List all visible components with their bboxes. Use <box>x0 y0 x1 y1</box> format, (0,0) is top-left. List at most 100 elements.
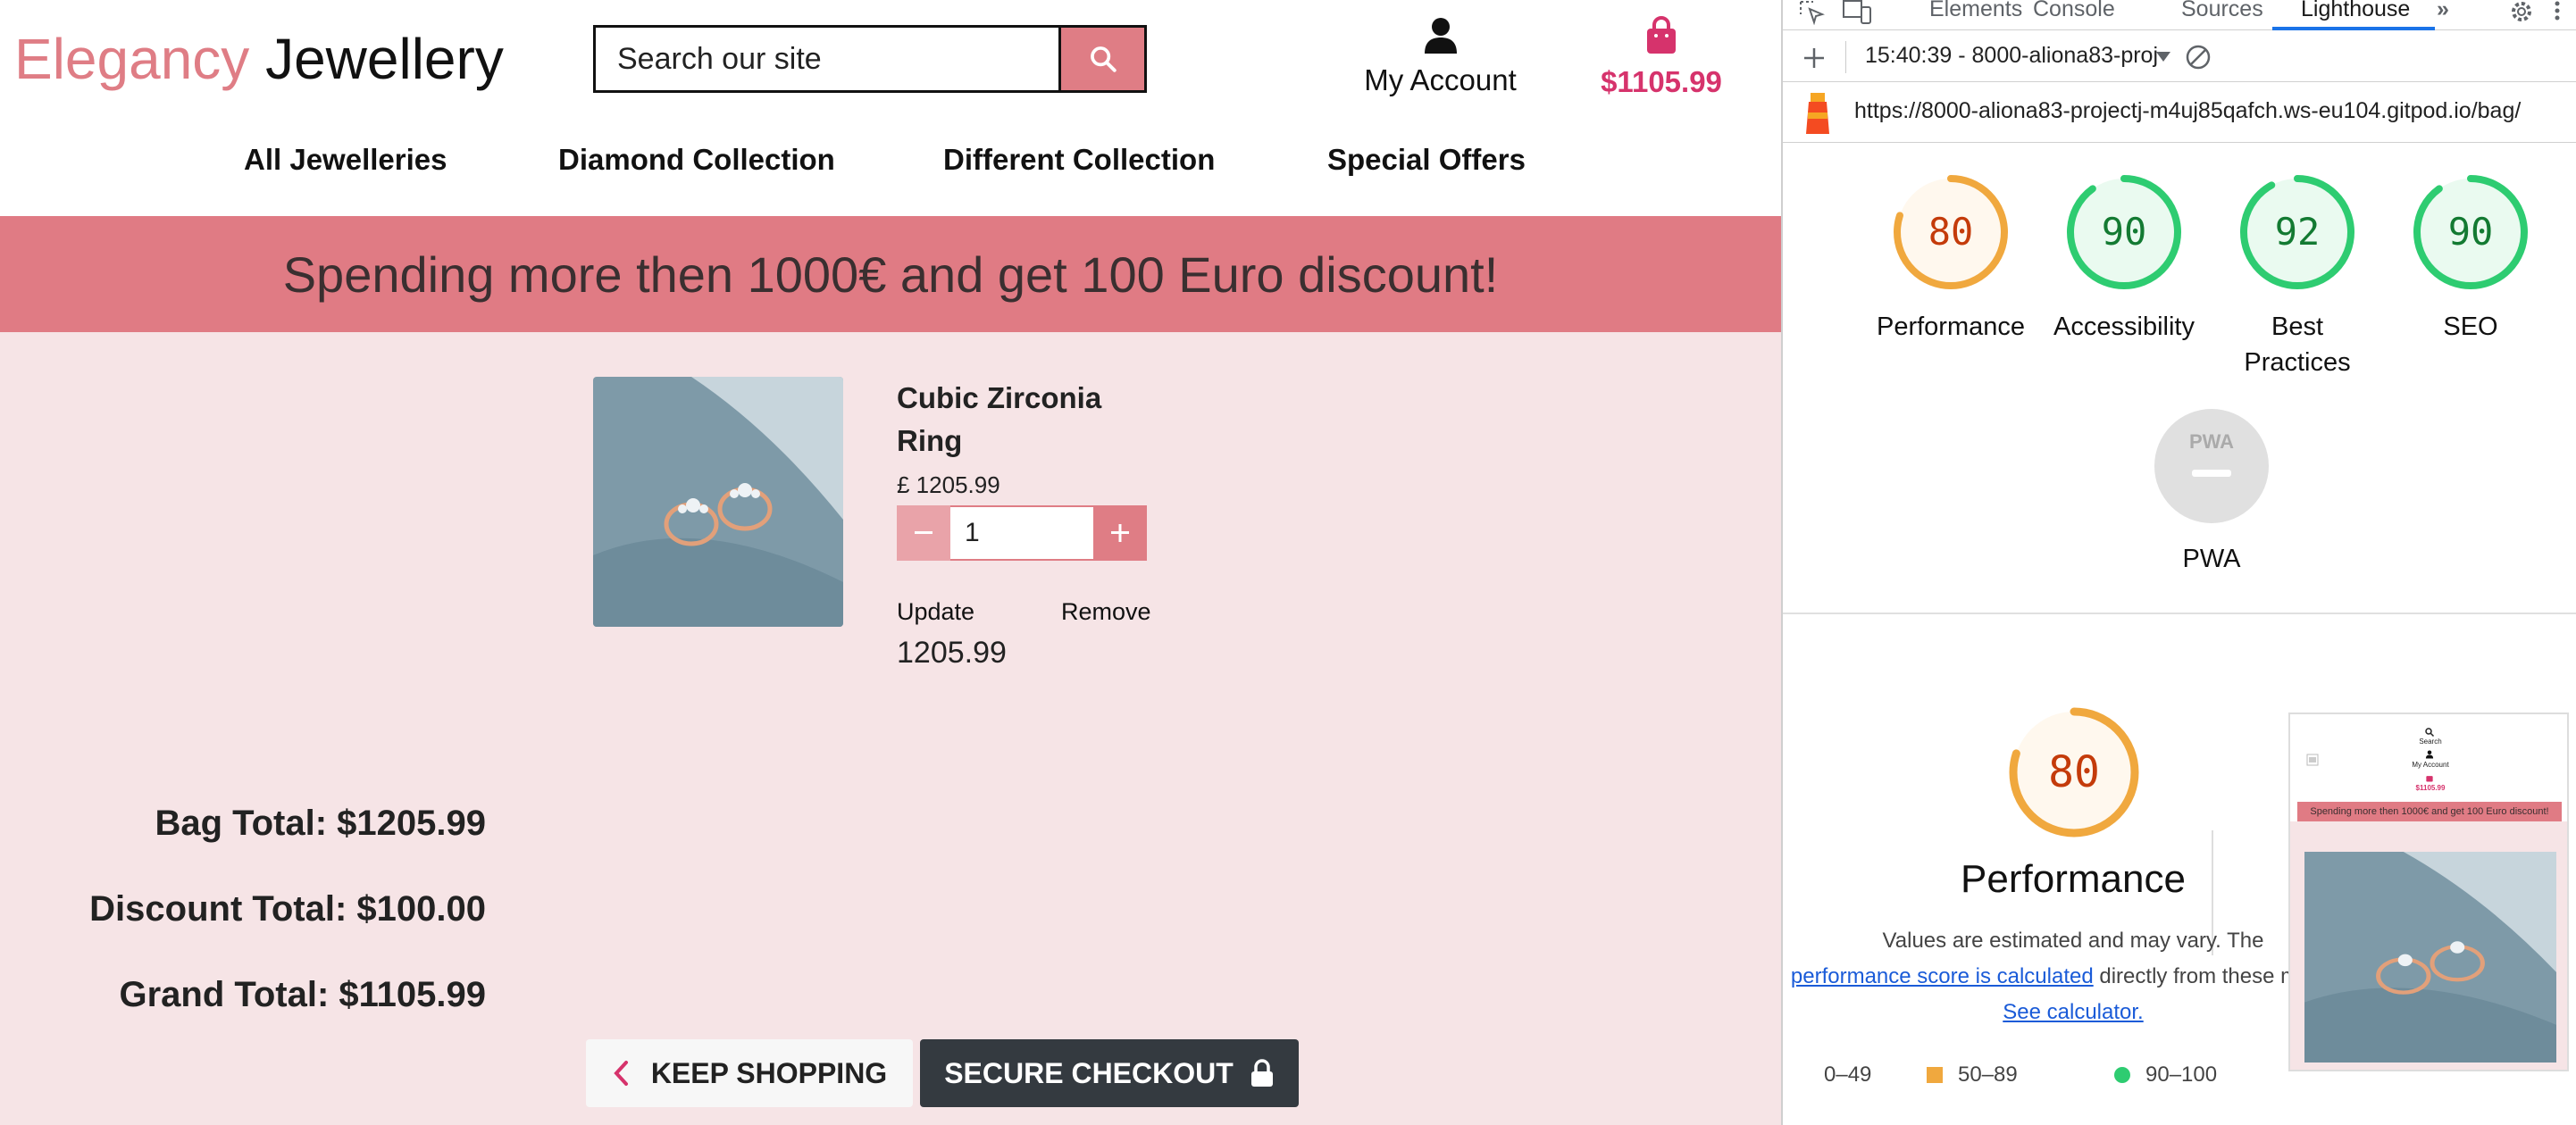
nav-special-offers[interactable]: Special Offers <box>1327 143 1526 177</box>
thumb-amount: $1105.99 <box>2415 784 2446 792</box>
website-viewport: Elegancy Jewellery My Account $1105.99 A… <box>0 0 1781 1125</box>
devtools-panel: Elements Console Sources Lighthouse » 15… <box>1781 0 2576 1125</box>
plus-icon <box>1111 524 1129 542</box>
section-divider <box>1783 612 2576 614</box>
performance-desc-1: Values are estimated and may vary. The <box>1882 929 2264 953</box>
remove-link[interactable]: Remove <box>1061 598 1151 626</box>
thumb-user-icon <box>2425 750 2434 759</box>
grand-total: Grand Total: $1105.99 <box>119 975 486 1014</box>
nav-diamond-collection[interactable]: Diamond Collection <box>558 143 835 177</box>
legend-pass-circle-icon <box>2114 1067 2130 1083</box>
secure-checkout-label: SECURE CHECKOUT <box>944 1056 1234 1089</box>
pwa-badge-text: PWA <box>2189 430 2234 453</box>
gauge-accessibility-value: 90 <box>2102 210 2147 254</box>
brand-name-part1: Elegancy <box>14 27 250 91</box>
decrement-button[interactable] <box>897 505 950 561</box>
chevron-left-icon <box>614 1061 628 1086</box>
product-name: Cubic Zirconia Ring <box>897 381 1102 457</box>
brand-name-part2: Jewellery <box>265 27 504 91</box>
legend-fail-triangle-icon <box>1793 1068 1809 1082</box>
performance-detail-gauge: 80 <box>1985 705 2163 839</box>
search-input[interactable] <box>596 28 1058 90</box>
see-calculator-link[interactable]: See calculator. <box>2003 1000 2143 1024</box>
more-options-icon[interactable] <box>2553 0 2562 25</box>
nav-all-jewelleries[interactable]: All Jewelleries <box>244 143 447 177</box>
keep-shopping-button[interactable]: KEEP SHOPPING <box>586 1039 913 1107</box>
promo-banner: Spending more then 1000€ and get 100 Eur… <box>0 216 1781 332</box>
lighthouse-toolbar: 15:40:39 - 8000-aliona83-proj <box>1783 32 2576 82</box>
minus-icon <box>915 531 933 534</box>
dropdown-caret-icon[interactable] <box>2156 52 2170 62</box>
thumb-banner: Spending more then 1000€ and get 100 Eur… <box>2297 802 2562 821</box>
bag-total-amount: $1105.99 <box>1601 65 1722 98</box>
my-account-label: My Account <box>1364 63 1517 96</box>
clear-reports-icon[interactable] <box>2185 44 2212 71</box>
tab-elements[interactable]: Elements <box>1929 0 2022 22</box>
gauge-best-practices-label: Best Practices <box>2244 312 2351 377</box>
gauge-performance-label: Performance <box>1876 312 2025 341</box>
new-report-plus-icon[interactable] <box>1802 46 1826 70</box>
discount-total: Discount Total: $100.00 <box>89 889 486 929</box>
brand-logo[interactable]: Elegancy Jewellery <box>14 23 504 95</box>
thumb-search-icon <box>2425 728 2435 738</box>
gauge-seo-label: SEO <box>2443 312 2498 341</box>
increment-button[interactable] <box>1093 505 1147 561</box>
audited-url[interactable]: https://8000-aliona83-projectj-m4uj85qaf… <box>1854 98 2521 124</box>
legend-fail-label: 0–49 <box>1824 1062 1872 1087</box>
gauge-seo-value: 90 <box>2448 210 2494 254</box>
performance-description: Values are estimated and may vary. The p… <box>1783 923 2363 1030</box>
gauge-best-practices-value: 92 <box>2275 210 2321 254</box>
legend-average-label: 50–89 <box>1958 1062 2018 1087</box>
promo-banner-text: Spending more then 1000€ and get 100 Eur… <box>282 246 1499 303</box>
thumb-product-image <box>2304 852 2556 1062</box>
more-tabs-icon[interactable]: » <box>2437 0 2449 22</box>
page-screenshot-thumbnail[interactable]: Search My Account $1105.99 Spending more… <box>2288 712 2569 1071</box>
legend-pass: 90–100 <box>2113 1062 2217 1088</box>
performance-detail-value: 80 <box>2048 747 2100 797</box>
tab-lighthouse[interactable]: Lighthouse <box>2301 0 2410 22</box>
product-image[interactable] <box>593 377 843 627</box>
tab-console[interactable]: Console <box>2033 0 2115 22</box>
devtools-tabbar: Elements Console Sources Lighthouse » <box>1783 0 2576 30</box>
gauge-pwa-label: PWA <box>2182 545 2241 573</box>
my-account-link[interactable]: My Account <box>1340 16 1541 97</box>
nav-different-collection[interactable]: Different Collection <box>943 143 1215 177</box>
tab-sources[interactable]: Sources <box>2181 0 2263 22</box>
update-link[interactable]: Update <box>897 598 974 626</box>
gauge-seo[interactable]: 90 SEO <box>2381 171 2560 345</box>
search-icon <box>1090 46 1117 72</box>
gauge-best-practices[interactable]: 92 Best Practices <box>2208 171 2387 380</box>
inspect-element-icon[interactable] <box>1799 0 1826 25</box>
product-price: £ 1205.99 <box>897 471 1000 498</box>
user-icon <box>1424 18 1457 54</box>
legend-fail: 0–49 <box>1792 1062 1871 1088</box>
shopping-bag-icon <box>1647 16 1676 54</box>
lighthouse-logo-icon <box>1806 93 1829 134</box>
gauge-accessibility[interactable]: 90 Accessibility <box>2035 171 2213 345</box>
legend-average: 50–89 <box>1926 1062 2018 1088</box>
secure-checkout-button[interactable]: SECURE CHECKOUT <box>920 1039 1299 1107</box>
score-calculated-link[interactable]: performance score is calculated <box>1791 964 2094 988</box>
legend-average-square-icon <box>1927 1067 1943 1083</box>
active-tab-indicator <box>2272 27 2435 30</box>
settings-gear-icon[interactable] <box>2508 0 2535 25</box>
performance-title: Performance <box>1961 857 2186 901</box>
quantity-stepper: 1 <box>897 505 1147 561</box>
audited-url-bar: https://8000-aliona83-projectj-m4uj85qaf… <box>1783 82 2576 143</box>
bag-total: Bag Total: $1205.99 <box>155 804 486 843</box>
quantity-input[interactable]: 1 <box>950 505 1093 561</box>
gauge-pwa[interactable]: PWA PWA <box>2122 407 2301 577</box>
gauge-accessibility-label: Accessibility <box>2053 312 2195 341</box>
device-toolbar-icon[interactable] <box>1842 0 1872 25</box>
keep-shopping-label: KEEP SHOPPING <box>650 1056 888 1089</box>
gauge-performance[interactable]: 80 Performance <box>1861 171 2040 345</box>
thumb-search-label: Search <box>2419 738 2442 746</box>
lock-icon <box>1250 1059 1273 1087</box>
legend-pass-label: 90–100 <box>2145 1062 2218 1087</box>
thumb-account-label: My Account <box>2412 761 2449 769</box>
report-selector[interactable]: 15:40:39 - 8000-aliona83-proj <box>1865 43 2158 69</box>
search-button[interactable] <box>1058 28 1144 90</box>
shopping-bag-link[interactable]: $1105.99 <box>1581 16 1742 99</box>
thumb-bag-icon <box>2426 776 2433 782</box>
search-form <box>593 25 1147 93</box>
